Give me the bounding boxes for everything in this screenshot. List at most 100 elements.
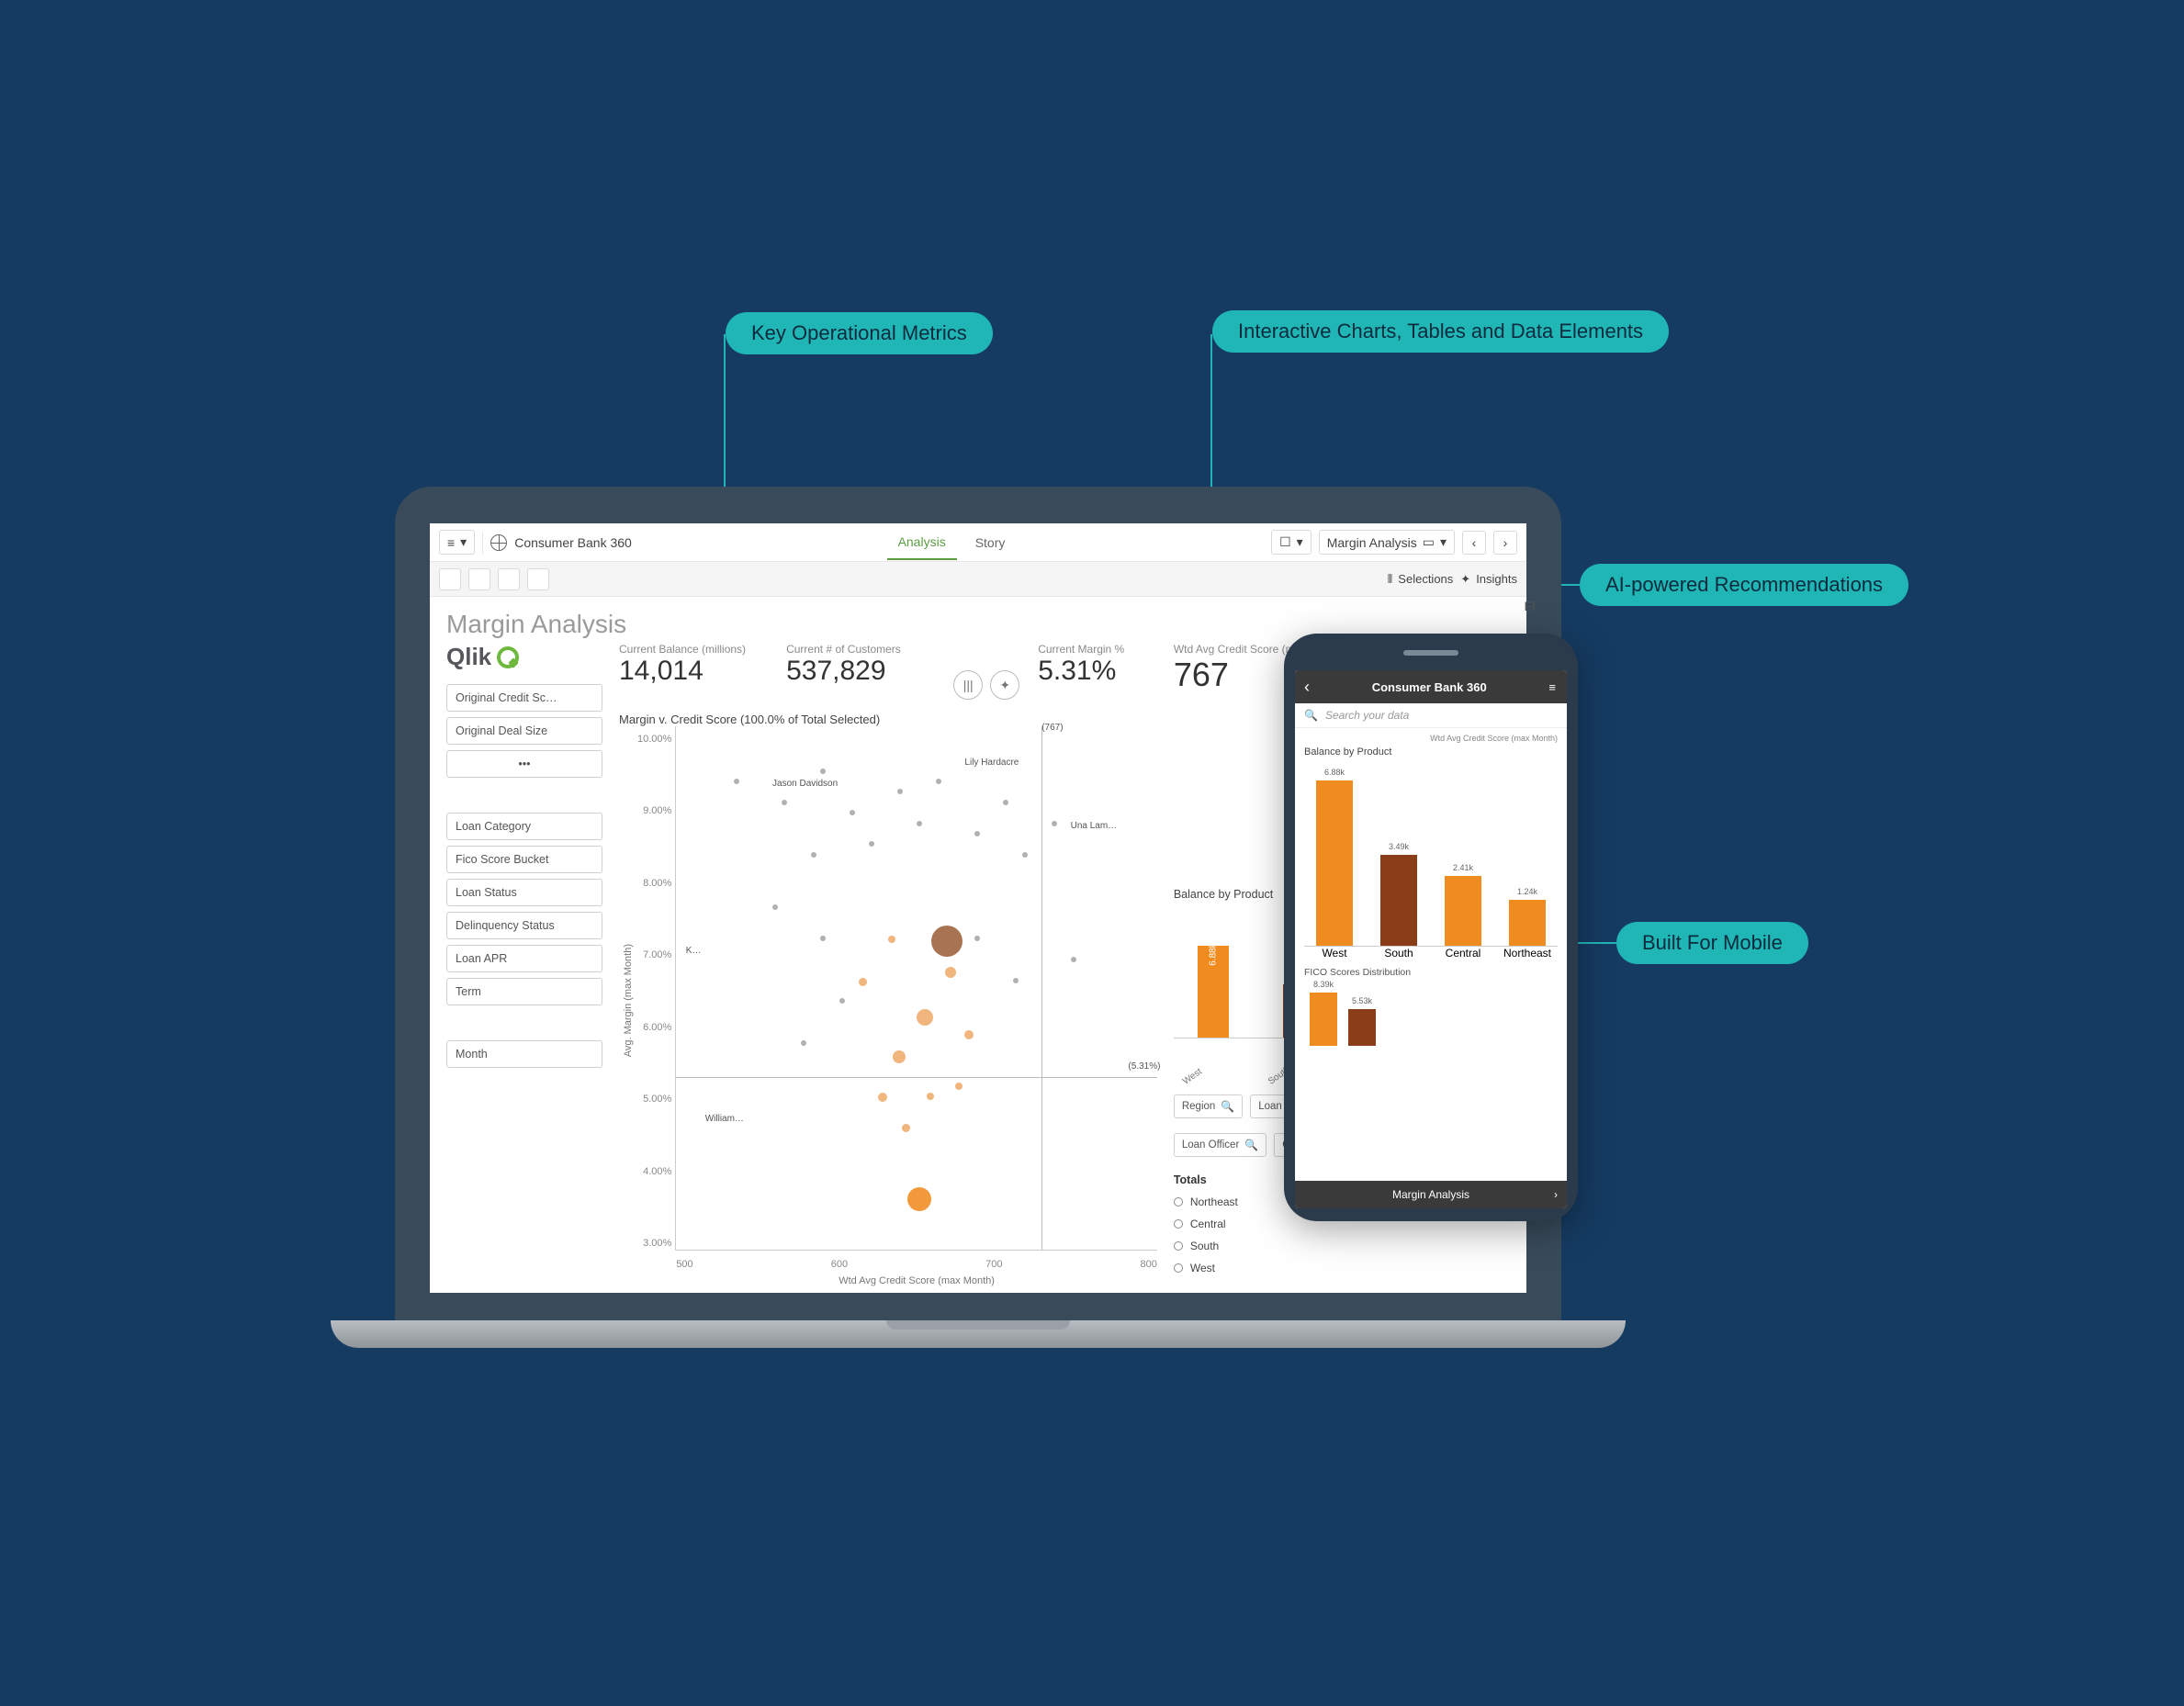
step-forward-button[interactable] <box>498 568 520 590</box>
phone-title: Consumer Bank 360 <box>1372 680 1487 694</box>
filter-more[interactable]: ••• <box>446 750 602 778</box>
clear-selections-button[interactable] <box>527 568 549 590</box>
ytick: 5.00% <box>637 1094 671 1105</box>
insights-label: Insights <box>1476 572 1517 586</box>
chip-loan-officer[interactable]: Loan Officer 🔍 <box>1174 1133 1266 1157</box>
prev-sheet-button[interactable]: ‹ <box>1462 531 1486 555</box>
kpi-value: 5.31% <box>1038 656 1157 687</box>
app-secondary-bar: ⦀ Selections ✦ Insights <box>430 562 1526 597</box>
callout-ai: AI-powered Recommendations <box>1580 564 1908 606</box>
filter-month[interactable]: Month <box>446 1040 602 1068</box>
search-icon: 🔍 <box>1244 1139 1258 1151</box>
scatter-plot[interactable]: (767) Jason Davidson Lily Hardacre Una L… <box>675 726 1157 1251</box>
phone-fico-chart[interactable]: 8.39k5.53k <box>1304 982 1558 1046</box>
scatter-annotation: Lily Hardacre <box>964 758 1019 768</box>
kpi-label: Current # of Customers <box>786 643 935 656</box>
scatter-annotation: (767) <box>1041 723 1063 733</box>
ytick: 8.00% <box>637 878 671 889</box>
chevron-down-icon: ▾ <box>1440 534 1447 550</box>
scatter-annotation: (5.31%) <box>1128 1061 1160 1072</box>
totals-row-west[interactable]: West <box>1174 1262 1510 1274</box>
filter-loan-apr[interactable]: Loan APR <box>446 945 602 972</box>
phone-header: Consumer Bank 360 ≡ <box>1295 670 1567 703</box>
callout-mobile: Built For Mobile <box>1616 922 1808 964</box>
filter-group-1: Original Credit Sc… Original Deal Size •… <box>446 684 602 778</box>
search-placeholder: Search your data <box>1325 709 1409 722</box>
kpi-value: 14,014 <box>619 656 768 687</box>
lasso-icon: ✦ <box>999 678 1010 693</box>
phone-balance-title: Balance by Product <box>1304 746 1558 758</box>
ytick: 10.00% <box>637 734 671 745</box>
radio-icon <box>1174 1263 1183 1273</box>
filter-loan-status[interactable]: Loan Status <box>446 879 602 906</box>
chip-label: Loan Officer <box>1182 1139 1239 1150</box>
ytick: 4.00% <box>637 1166 671 1177</box>
radio-icon <box>1174 1197 1183 1207</box>
radio-icon <box>1174 1241 1183 1251</box>
brand-text: Qlik <box>446 643 491 671</box>
selections-icon: ⦀ <box>1388 572 1393 587</box>
lasso-tool-button[interactable] <box>439 568 461 590</box>
totals-label: Central <box>1190 1218 1226 1230</box>
totals-label: South <box>1190 1240 1219 1252</box>
app-title: Consumer Bank 360 <box>514 535 632 550</box>
insights-icon: ✦ <box>1460 572 1470 587</box>
back-button[interactable] <box>1304 678 1310 697</box>
chevron-right-icon: › <box>1503 535 1508 550</box>
kpi-label-truncated: FI <box>1525 599 1526 613</box>
hamburger-icon[interactable]: ≡ <box>1548 680 1558 694</box>
globe-icon <box>490 534 507 551</box>
insights-button[interactable]: ✦ Insights <box>1460 572 1517 587</box>
phone-balance-categories: WestSouthCentralNortheast <box>1304 947 1558 960</box>
totals-row-south[interactable]: South <box>1174 1240 1510 1252</box>
kpi-label: Current Balance (millions) <box>619 643 768 656</box>
nav-menu-button[interactable]: ≡▾ <box>439 530 475 555</box>
filter-fico-bucket[interactable]: Fico Score Bucket <box>446 846 602 873</box>
search-icon: 🔍 <box>1221 1100 1234 1113</box>
tab-analysis[interactable]: Analysis <box>887 525 957 560</box>
scatter-annotation: Jason Davidson <box>772 779 838 789</box>
totals-label: Northeast <box>1190 1195 1238 1208</box>
next-sheet-button[interactable]: › <box>1493 531 1517 555</box>
phone-footer-label: Margin Analysis <box>1392 1188 1469 1201</box>
kpi-label: Current Margin % <box>1038 643 1157 656</box>
selections-label: Selections <box>1398 572 1453 586</box>
step-back-button[interactable] <box>468 568 490 590</box>
filter-group-3: Month <box>446 1040 602 1068</box>
scatter-title: Margin v. Credit Score (100.0% of Total … <box>619 700 1157 726</box>
bookmark-button[interactable]: ☐▾ <box>1271 530 1312 555</box>
filter-delinquency[interactable]: Delinquency Status <box>446 912 602 939</box>
scatter-xaxis: 500 600 700 800 <box>676 1259 1157 1270</box>
sheet-icon: ▭ <box>1423 534 1435 550</box>
chevron-down-icon: ▾ <box>460 534 467 550</box>
callout-metrics: Key Operational Metrics <box>726 312 993 354</box>
kpi-partial: FI <box>1525 599 1526 613</box>
tab-story[interactable]: Story <box>964 526 1017 559</box>
kpi-margin: Current Margin % 5.31% <box>1038 643 1157 687</box>
phone-balance-chart[interactable]: 6.88k3.49k2.41k1.24k <box>1304 763 1558 947</box>
chip-region[interactable]: Region 🔍 <box>1174 1094 1243 1118</box>
scatter-yaxis: 10.00% 9.00% 8.00% 7.00% 6.00% 5.00% 4.0… <box>634 726 675 1274</box>
phone-footer[interactable]: Margin Analysis <box>1295 1181 1567 1208</box>
scatter-annotation: K… <box>686 946 702 956</box>
scatter-annotation: Una Lam… <box>1071 821 1118 831</box>
ytick: 3.00% <box>637 1238 671 1249</box>
ytick: 9.00% <box>637 805 671 816</box>
filter-original-deal-size[interactable]: Original Deal Size <box>446 717 602 745</box>
phone-wtd-label: Wtd Avg Credit Score (max Month) <box>1304 734 1558 743</box>
search-icon: 🔍 <box>1304 709 1318 722</box>
filter-loan-category[interactable]: Loan Category <box>446 813 602 840</box>
phone-search[interactable]: 🔍 Search your data <box>1295 703 1567 728</box>
selections-button[interactable]: ⦀ Selections <box>1388 572 1454 587</box>
xtick: 600 <box>831 1259 848 1270</box>
filter-group-2: Loan Category Fico Score Bucket Loan Sta… <box>446 813 602 1005</box>
scatter-ylabel: Avg. Margin (max Month) <box>619 944 634 1057</box>
ytick: 7.00% <box>637 949 671 960</box>
bookmark-icon: ☐ <box>1279 534 1291 550</box>
chip-label: Region <box>1182 1101 1215 1112</box>
filter-term[interactable]: Term <box>446 978 602 1005</box>
sheet-picker[interactable]: Margin Analysis▭▾ <box>1319 530 1455 555</box>
lasso-button[interactable]: ✦ <box>990 670 1019 700</box>
filter-original-credit-score[interactable]: Original Credit Sc… <box>446 684 602 712</box>
pause-button[interactable]: ||| <box>953 670 983 700</box>
